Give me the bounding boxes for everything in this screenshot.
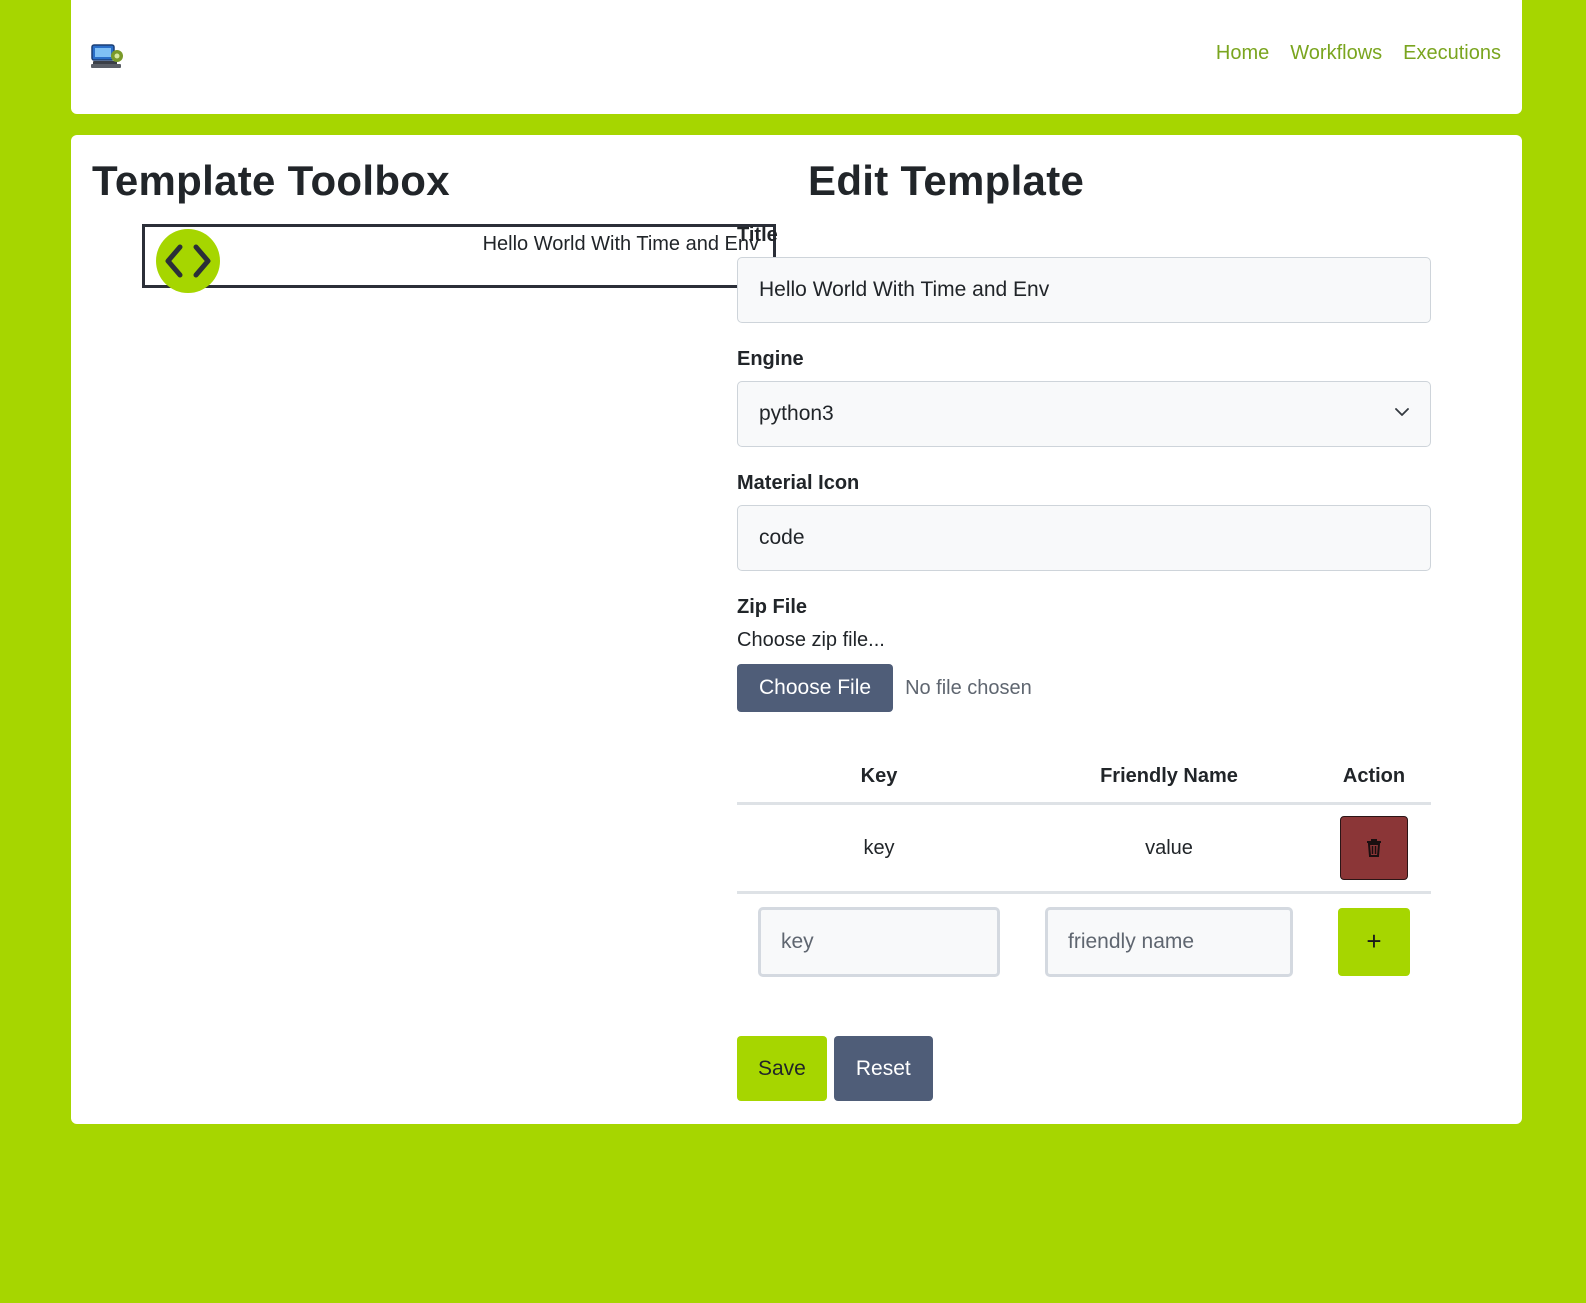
- table-row: key value: [737, 805, 1431, 894]
- engine-select-value: python3: [737, 381, 1431, 447]
- zip-file-hint: Choose zip file...: [737, 629, 885, 651]
- toolbox-title: Template Toolbox: [92, 157, 450, 204]
- zip-file-label: Zip File: [737, 596, 807, 618]
- header-friendly-name: Friendly Name: [1100, 764, 1238, 787]
- trash-icon: [1367, 839, 1381, 857]
- toolbox-item[interactable]: Hello World With Time and Env: [142, 224, 776, 293]
- header-action: Action: [1342, 764, 1406, 787]
- nav-link-executions[interactable]: Executions: [1403, 42, 1501, 65]
- row-key: key: [863, 836, 895, 859]
- code-icon: [156, 229, 220, 293]
- add-row-button[interactable]: +: [1338, 907, 1410, 976]
- material-icon-label: Material Icon: [737, 472, 860, 494]
- env-vars-table: Key Friendly Name Action key value key f…: [737, 750, 1431, 989]
- choose-file-button[interactable]: Choose File: [737, 664, 894, 712]
- table-header: Key Friendly Name Action: [737, 750, 1431, 805]
- nav-link-workflows[interactable]: Workflows: [1290, 42, 1382, 65]
- form-actions: Save Reset: [737, 1036, 933, 1101]
- header-key: Key: [860, 764, 898, 787]
- toolbox-item-label: Hello World With Time and Env: [482, 233, 759, 255]
- title-input[interactable]: Hello World With Time and Env: [737, 257, 1431, 323]
- engine-select[interactable]: python3: [737, 381, 1431, 447]
- app-logo-icon[interactable]: [91, 42, 125, 70]
- chevron-down-icon: [1395, 408, 1409, 416]
- reset-button[interactable]: Reset: [833, 1036, 933, 1101]
- save-button[interactable]: Save: [737, 1036, 827, 1101]
- title-label: Title: [737, 224, 778, 246]
- edit-template-form: Title Hello World With Time and Env Engi…: [737, 224, 1431, 712]
- engine-label: Engine: [737, 348, 804, 370]
- material-icon-input[interactable]: code: [737, 505, 1431, 571]
- row-friendly-name: value: [1145, 836, 1193, 859]
- nav-link-home[interactable]: Home: [1216, 42, 1269, 65]
- new-key-input[interactable]: [758, 906, 1000, 977]
- nav-links: Home Workflows Executions: [1216, 42, 1501, 65]
- no-file-text: No file chosen: [905, 676, 1032, 699]
- edit-title: Edit Template: [808, 157, 1085, 204]
- file-picker: Choose File No file chosen: [737, 664, 1431, 712]
- new-entry-row: +: [737, 894, 1431, 989]
- new-friendly-name-input[interactable]: [1045, 906, 1293, 977]
- top-navbar: Home Workflows Executions: [71, 0, 1522, 114]
- delete-row-button[interactable]: [1340, 816, 1408, 880]
